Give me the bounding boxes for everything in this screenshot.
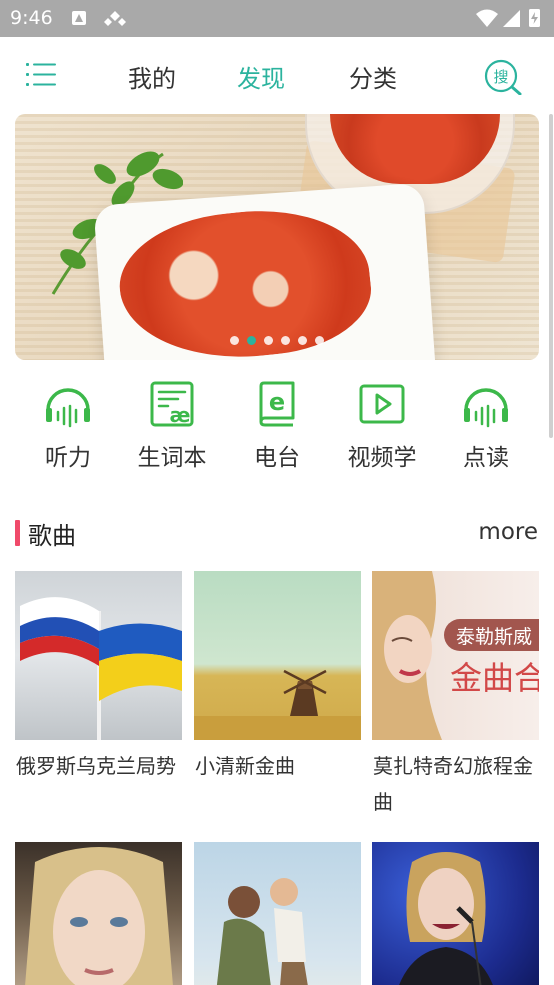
feature-label: 生词本 bbox=[137, 445, 207, 471]
search-glyph: 搜 bbox=[493, 68, 508, 86]
tab-discover[interactable]: 发现 bbox=[237, 59, 285, 94]
headphones-icon bbox=[46, 388, 90, 428]
banner-carousel[interactable] bbox=[15, 114, 539, 360]
feature-radio[interactable]: e 电台 bbox=[225, 376, 329, 472]
headphones-icon bbox=[464, 388, 508, 428]
feature-label: 视频学 bbox=[347, 445, 417, 471]
status-right-icons bbox=[476, 9, 540, 27]
song-cover-singer bbox=[372, 842, 539, 985]
banner-dot[interactable] bbox=[230, 336, 239, 345]
banner-dot[interactable] bbox=[264, 336, 273, 345]
song-title: 莫扎特奇幻旅程金曲 bbox=[373, 754, 533, 814]
vocabulary-book-icon: æ bbox=[150, 381, 194, 427]
banner-indicator bbox=[15, 330, 539, 345]
banner-dot[interactable] bbox=[298, 336, 307, 345]
feature-video[interactable]: 视频学 bbox=[330, 376, 434, 472]
more-link[interactable]: more bbox=[478, 519, 538, 545]
song-cover-windmill bbox=[194, 571, 361, 740]
feature-label: 电台 bbox=[254, 445, 300, 471]
song-title: 俄罗斯乌克兰局势 bbox=[16, 754, 176, 778]
section-accent-bar bbox=[15, 520, 20, 546]
radio-book-icon: e bbox=[259, 381, 295, 427]
svg-text:æ: æ bbox=[170, 403, 191, 427]
tab-mine[interactable]: 我的 bbox=[128, 59, 176, 94]
svg-text:e: e bbox=[269, 388, 285, 416]
feature-grid: 听力 æ 生词本 e 电台 视频学 点读 bbox=[0, 376, 554, 476]
feature-label: 点读 bbox=[463, 445, 509, 471]
song-cover-taylor: 泰勒斯威 金曲合 bbox=[372, 571, 539, 740]
cover-overlay-title: 金曲合 bbox=[450, 659, 539, 697]
search-icon[interactable]: 搜 bbox=[484, 59, 524, 95]
feature-label: 听力 bbox=[45, 445, 91, 471]
banner-dot-active[interactable] bbox=[247, 336, 256, 345]
cover-overlay-text: 泰勒斯威 bbox=[456, 626, 532, 648]
signal-icon bbox=[503, 10, 520, 27]
status-bar: 9:46 bbox=[0, 0, 554, 37]
video-play-icon bbox=[359, 384, 405, 424]
feature-vocabulary[interactable]: æ 生词本 bbox=[120, 376, 224, 472]
section-title: 歌曲 bbox=[28, 522, 76, 550]
song-cover-portrait bbox=[15, 842, 182, 985]
song-cover-flags bbox=[15, 571, 182, 740]
wifi-icon bbox=[476, 9, 498, 27]
feature-listening[interactable]: 听力 bbox=[16, 376, 120, 472]
song-cover-family bbox=[194, 842, 361, 985]
feature-point-read[interactable]: 点读 bbox=[434, 376, 538, 472]
banner-dot[interactable] bbox=[315, 336, 324, 345]
tab-category[interactable]: 分类 bbox=[349, 59, 397, 94]
app-a-icon bbox=[72, 11, 86, 25]
song-title: 小清新金曲 bbox=[195, 754, 295, 778]
wireless-diamond-icon bbox=[104, 11, 126, 26]
menu-list-icon[interactable] bbox=[26, 61, 58, 89]
banner-dot[interactable] bbox=[281, 336, 290, 345]
scrollbar[interactable] bbox=[549, 114, 553, 438]
status-time: 9:46 bbox=[10, 7, 53, 29]
top-navigation: 我的 发现 分类 搜 bbox=[0, 37, 554, 115]
